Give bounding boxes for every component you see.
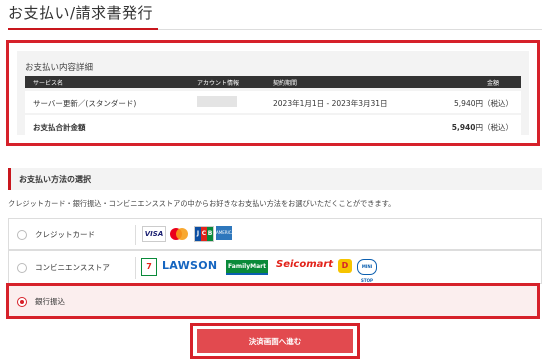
lawson-logo: LAWSON [162,259,218,272]
option-divider [135,257,136,279]
column-service: サービス名 [33,80,64,87]
credit-card-radio[interactable] [17,230,27,240]
row-amount: 5,940円（税込） [454,98,513,109]
mastercard-logo [168,226,190,240]
payment-detail-section: お支払い内容詳細 サービス名 アカウント情報 契約期間 金額 サーバー更新／(ス… [6,40,540,146]
seven-eleven-logo: 7 [141,258,157,276]
convenience-store-radio[interactable] [17,263,27,273]
table-row: サーバー更新／(スタンダード) 2023年1月1日 - 2023年3月31日 5… [25,91,521,113]
payment-method-heading-bar: お支払い方法の選択 [8,168,542,190]
option-credit-card[interactable]: クレジットカード [8,218,542,250]
payment-method-heading: お支払い方法の選択 [19,175,91,184]
detail-table-header: サービス名 アカウント情報 契約期間 金額 [25,76,521,88]
option-convenience-store[interactable]: コンビニエンスストア [8,250,542,284]
payment-detail-panel: お支払い内容詳細 サービス名 アカウント情報 契約期間 金額 サーバー更新／(ス… [17,51,529,137]
total-row: お支払合計金額 5,940円（税込） [25,115,521,137]
column-amount: 金額 [487,80,500,87]
total-amount-value: 5,940 [451,123,476,132]
bank-transfer-label: 銀行振込 [35,297,65,306]
total-amount-unit: 円（税込） [475,123,514,132]
visa-logo: VISA [142,226,166,242]
bank-transfer-radio[interactable] [17,297,27,307]
option-bank-transfer[interactable]: 銀行振込 [6,283,540,319]
payment-method-description: クレジットカード・銀行振込・コンビニエンスストアの中からお好きなお支払い方法をお… [8,199,396,208]
seicomart-logo: Seicomart [276,259,334,270]
convenience-store-label: コンビニエンスストア [35,263,110,272]
row-amount-value: 5,940 [454,99,476,108]
option-divider [135,225,136,245]
column-period: 契約期間 [273,80,298,87]
column-account: アカウント情報 [197,80,240,87]
account-info-placeholder [197,96,237,107]
total-amount: 5,940円（税込） [452,122,513,133]
title-accent-rule [8,28,158,30]
jcb-logo: J C B [194,226,214,242]
payment-detail-heading: お支払い内容詳細 [25,63,94,73]
submit-highlight: 決済画面へ進む [190,323,360,359]
total-label: お支払合計金額 [33,123,86,132]
familymart-logo: FamilyMart [226,260,268,275]
proceed-to-payment-button[interactable]: 決済画面へ進む [197,329,353,353]
amex-logo: AMERICAN EXPRESS [216,226,237,249]
daily-yamazaki-logo: D [338,259,352,273]
service-name: サーバー更新／(スタンダード) [33,99,137,108]
credit-card-label: クレジットカード [35,230,95,239]
ministop-logo: MINI STOP [357,259,377,283]
contract-period: 2023年1月1日 - 2023年3月31日 [273,99,388,108]
row-amount-unit: 円（税込） [475,99,514,108]
page-title: お支払い/請求書発行 [8,4,154,22]
